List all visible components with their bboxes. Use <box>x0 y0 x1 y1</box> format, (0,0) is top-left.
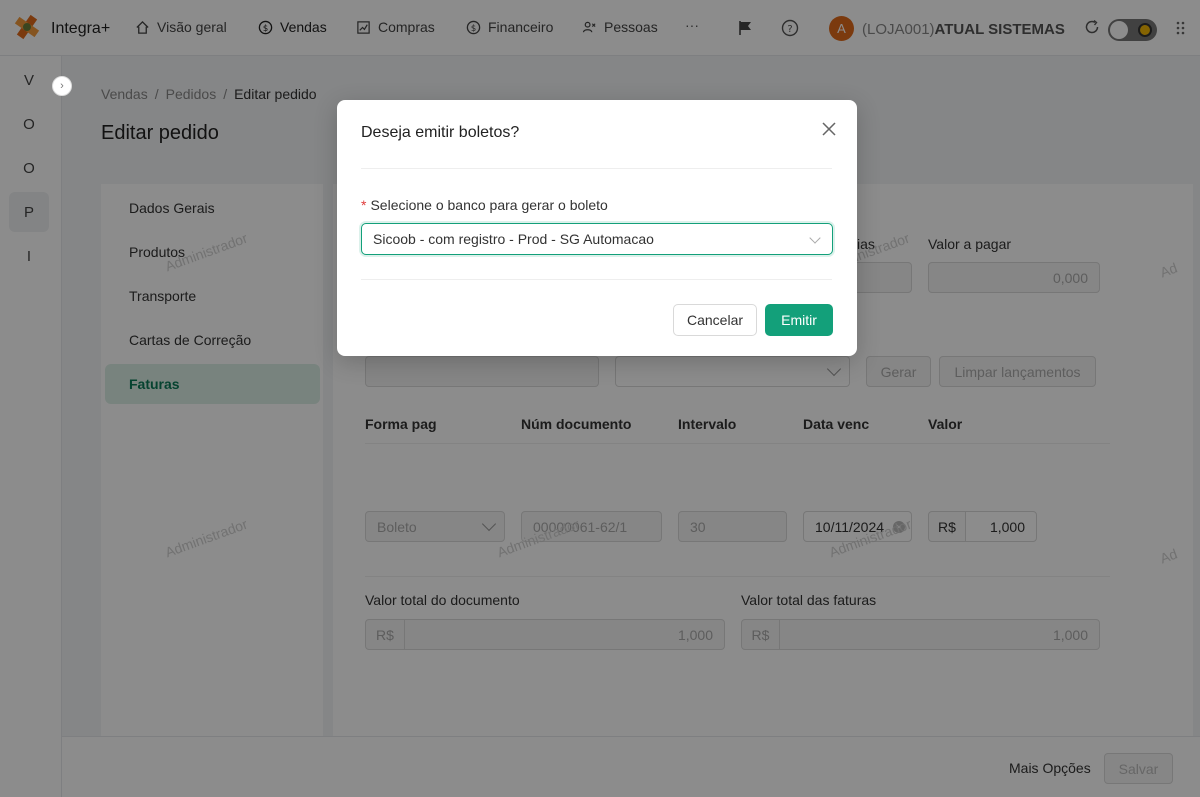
emit-button[interactable]: Emitir <box>765 304 833 336</box>
cancel-button[interactable]: Cancelar <box>673 304 757 336</box>
expand-rail-chevron-icon[interactable]: › <box>52 76 72 96</box>
dialog-header-divider <box>361 168 832 169</box>
bank-select[interactable]: Sicoob - com registro - Prod - SG Automa… <box>361 223 833 255</box>
required-mark: * <box>361 197 367 213</box>
bank-select-value: Sicoob - com registro - Prod - SG Automa… <box>373 231 654 247</box>
bank-select-label: * Selecione o banco para gerar o boleto <box>361 197 608 213</box>
chevron-down-icon <box>809 232 821 244</box>
bank-select-label-text: Selecione o banco para gerar o boleto <box>370 197 608 213</box>
dialog-footer-divider <box>361 279 832 280</box>
emit-boleto-dialog: Deseja emitir boletos? * Selecione o banc… <box>337 100 857 356</box>
dialog-title: Deseja emitir boletos? <box>361 124 520 141</box>
close-icon[interactable] <box>820 120 838 138</box>
